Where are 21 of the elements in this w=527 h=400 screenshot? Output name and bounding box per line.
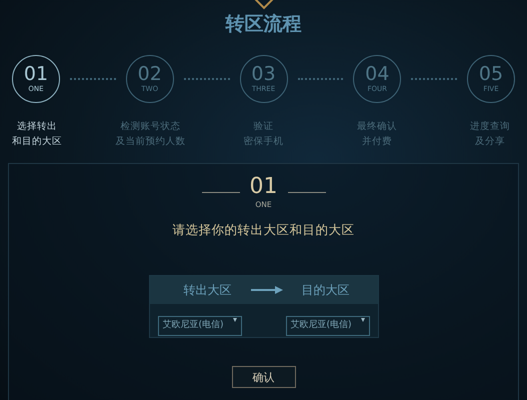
step-label: 验证 密保手机 [242, 120, 284, 149]
region-select[interactable]: 艾欧尼亚(电信) [158, 316, 242, 336]
step-label: 进度查询 及分享 [469, 120, 511, 149]
to-label: 目的大区 [302, 282, 350, 300]
from-label: 转出大区 [184, 282, 232, 300]
instruction-text: 请选择你的转出大区和目的大区 [172, 220, 354, 239]
step-number: 02 [138, 64, 162, 84]
region-select[interactable]: 艾欧尼亚(电信) [286, 316, 370, 336]
page-title: 转区流程 [224, 13, 302, 36]
confirm-button[interactable]: 确认 [232, 366, 296, 388]
arrow-icon [250, 286, 282, 294]
step-number: 05 [478, 64, 504, 84]
step-number: 01 [250, 176, 278, 198]
step-number: 04 [365, 64, 390, 84]
step-label: 检测账号状态 及当前预约人数 [114, 120, 186, 149]
caret-icon[interactable] [232, 318, 236, 322]
step-label: 选择转出 和目的大区 [11, 120, 63, 149]
step-number: 01 [24, 64, 48, 84]
step-number: 03 [251, 64, 276, 84]
step-label: 最终确认 并付费 [356, 120, 398, 149]
caret-icon[interactable] [360, 318, 364, 322]
